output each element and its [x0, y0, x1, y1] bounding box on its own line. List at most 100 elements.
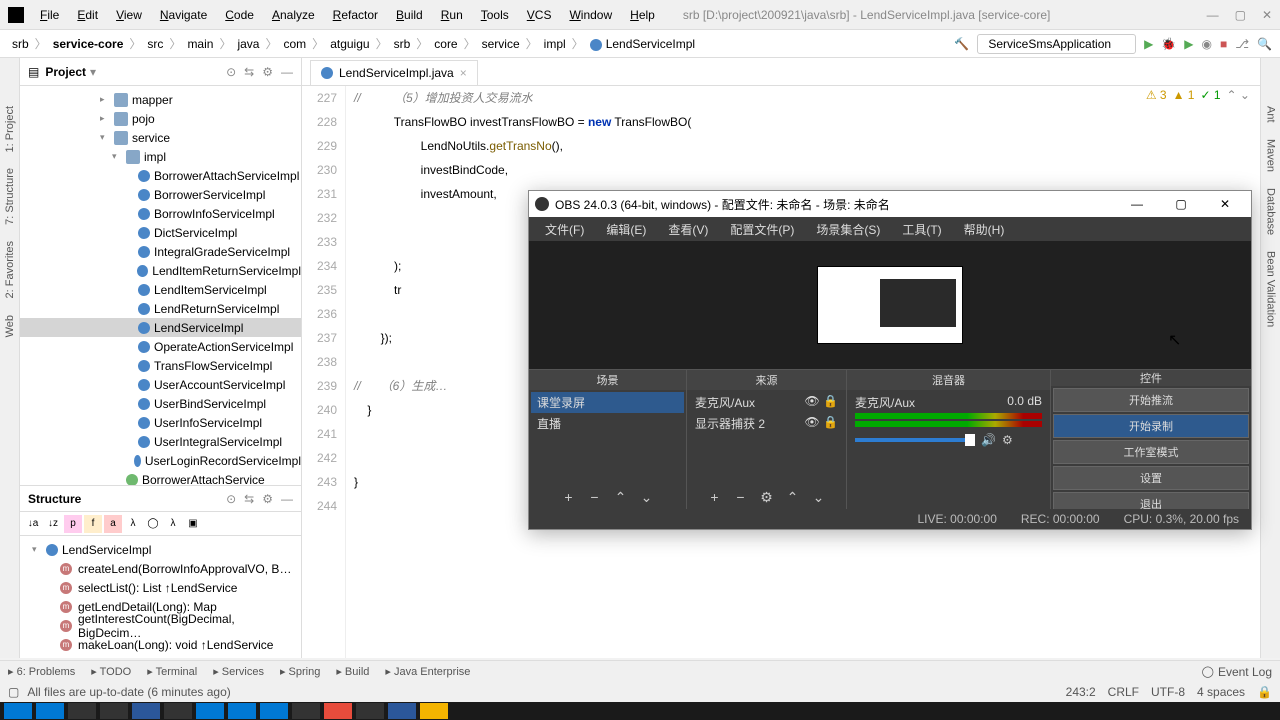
debug-icon[interactable]: 🐞	[1161, 37, 1176, 51]
collapse-icon[interactable]: ⇆	[244, 65, 254, 79]
obs-control-button[interactable]: 设置	[1053, 466, 1249, 490]
obs-control-button[interactable]: 开始录制	[1053, 414, 1249, 438]
filter-a-icon[interactable]: a	[104, 515, 122, 533]
tree-item[interactable]: ▾service	[20, 128, 301, 147]
tree-item[interactable]: TransFlowServiceImpl	[20, 356, 301, 375]
breadcrumb-item[interactable]: service	[478, 37, 524, 51]
menu-navigate[interactable]: Navigate	[152, 4, 215, 26]
settings-icon[interactable]: ⚙	[262, 492, 273, 506]
tool-window-tab[interactable]: Database	[1263, 180, 1279, 243]
tree-item[interactable]: UserBindServiceImpl	[20, 394, 301, 413]
obs-menu-item[interactable]: 场景集合(S)	[806, 219, 890, 240]
menu-edit[interactable]: Edit	[69, 4, 106, 26]
taskbar-app-icon[interactable]	[132, 703, 160, 719]
status-item[interactable]: 4 spaces	[1197, 685, 1245, 699]
bottom-tab[interactable]: ▸ Spring	[280, 665, 320, 678]
breadcrumb-item[interactable]: java	[233, 37, 263, 51]
menu-help[interactable]: Help	[622, 4, 663, 26]
add-icon[interactable]: +	[559, 487, 579, 507]
tree-item[interactable]: LendServiceImpl	[20, 318, 301, 337]
obs-titlebar[interactable]: OBS 24.0.3 (64-bit, windows) - 配置文件: 未命名…	[529, 191, 1251, 217]
tool-window-tab[interactable]: Web	[2, 307, 18, 345]
scene-item[interactable]: 直播	[531, 413, 684, 434]
settings-icon[interactable]: ⚙	[262, 65, 273, 79]
menu-window[interactable]: Window	[561, 4, 620, 26]
obs-menu-item[interactable]: 查看(V)	[658, 219, 718, 240]
menu-vcs[interactable]: VCS	[519, 4, 560, 26]
structure-method[interactable]: mcreateLend(BorrowInfoApprovalVO, B…	[20, 559, 301, 578]
breadcrumb-item[interactable]: src	[143, 37, 167, 51]
status-item[interactable]: 243:2	[1066, 685, 1096, 699]
tree-item[interactable]: LendReturnServiceImpl	[20, 299, 301, 318]
tool-window-tab[interactable]: Ant	[1263, 98, 1279, 131]
down-icon[interactable]: ⌄	[637, 487, 657, 507]
maximize-icon[interactable]: ▢	[1161, 193, 1201, 215]
bottom-tab[interactable]: ▸ Terminal	[147, 665, 197, 678]
tree-item[interactable]: LendItemReturnServiceImpl	[20, 261, 301, 280]
windows-taskbar[interactable]	[0, 702, 1280, 720]
obs-control-button[interactable]: 开始推流	[1053, 388, 1249, 412]
tree-item[interactable]: LendItemServiceImpl	[20, 280, 301, 299]
down-icon[interactable]: ⌄	[809, 487, 829, 507]
tree-item[interactable]: ▾impl	[20, 147, 301, 166]
taskbar-app-icon[interactable]	[164, 703, 192, 719]
tool-window-tab[interactable]: 2: Favorites	[2, 233, 18, 306]
start-icon[interactable]	[4, 703, 32, 719]
obs-menu-item[interactable]: 工具(T)	[892, 219, 951, 240]
close-tab-icon[interactable]: ×	[460, 66, 467, 80]
tool-window-tab[interactable]: Bean Validation	[1263, 243, 1279, 335]
taskbar-app-icon[interactable]	[292, 703, 320, 719]
git-icon[interactable]: ⎇	[1235, 37, 1249, 51]
remove-icon[interactable]: −	[585, 487, 605, 507]
tree-item[interactable]: UserAccountServiceImpl	[20, 375, 301, 394]
menu-refactor[interactable]: Refactor	[325, 4, 386, 26]
menu-analyze[interactable]: Analyze	[264, 4, 323, 26]
hide-icon[interactable]: —	[281, 492, 293, 506]
bottom-tab[interactable]: ▸ 6: Problems	[8, 665, 75, 678]
obs-menu-item[interactable]: 帮助(H)	[954, 219, 1015, 240]
editor-tab[interactable]: LendServiceImpl.java ×	[310, 60, 478, 85]
tree-item[interactable]: BorrowerServiceImpl	[20, 185, 301, 204]
project-tree[interactable]: ▸mapper▸pojo▾service▾implBorrowerAttachS…	[20, 86, 301, 485]
tool-window-tab[interactable]: 1: Project	[2, 98, 18, 160]
chevron-down-icon[interactable]: ▾	[90, 65, 96, 79]
minimize-icon[interactable]: —	[1207, 8, 1219, 22]
tool-window-tab[interactable]: 7: Structure	[2, 160, 18, 233]
obs-preview[interactable]	[529, 241, 1251, 369]
menu-run[interactable]: Run	[433, 4, 471, 26]
tree-item[interactable]: UserInfoServiceImpl	[20, 413, 301, 432]
breadcrumb-item[interactable]: LendServiceImpl	[586, 37, 699, 51]
add-icon[interactable]: +	[705, 487, 725, 507]
bottom-tab[interactable]: ▸ Java Enterprise	[385, 665, 470, 678]
tree-item[interactable]: IntegralGradeServiceImpl	[20, 242, 301, 261]
taskbar-app-icon[interactable]	[420, 703, 448, 719]
obs-menu-item[interactable]: 编辑(E)	[596, 219, 656, 240]
taskbar-app-icon[interactable]	[36, 703, 64, 719]
breadcrumb-item[interactable]: core	[430, 37, 461, 51]
menu-view[interactable]: View	[108, 4, 150, 26]
breadcrumb-item[interactable]: atguigu	[326, 37, 373, 51]
run-config-selector[interactable]: ServiceSmsApplication	[977, 34, 1136, 54]
menu-code[interactable]: Code	[217, 4, 262, 26]
sort-vis-icon[interactable]: ↓z	[44, 515, 62, 533]
menu-file[interactable]: File	[32, 4, 67, 26]
close-icon[interactable]: ✕	[1205, 193, 1245, 215]
hide-icon[interactable]: —	[281, 65, 293, 79]
filter-f-icon[interactable]: f	[84, 515, 102, 533]
minimize-icon[interactable]: —	[1117, 193, 1157, 215]
taskbar-app-icon[interactable]	[260, 703, 288, 719]
obs-menu-item[interactable]: 配置文件(P)	[720, 219, 804, 240]
locate-icon[interactable]: ⊙	[226, 65, 236, 79]
expand-icon[interactable]: λ	[124, 515, 142, 533]
source-item[interactable]: 显示器捕获 2👁 🔒	[689, 413, 844, 434]
tree-item[interactable]: BorrowInfoServiceImpl	[20, 204, 301, 223]
show-anon-icon[interactable]: λ	[164, 515, 182, 533]
taskbar-app-icon[interactable]	[196, 703, 224, 719]
locate-icon[interactable]: ⊙	[226, 492, 236, 506]
remove-icon[interactable]: −	[731, 487, 751, 507]
breadcrumb-item[interactable]: impl	[540, 37, 570, 51]
menu-build[interactable]: Build	[388, 4, 431, 26]
tree-item[interactable]: ▸pojo	[20, 109, 301, 128]
taskbar-app-icon[interactable]	[68, 703, 96, 719]
collapse-icon[interactable]: ⇆	[244, 492, 254, 506]
